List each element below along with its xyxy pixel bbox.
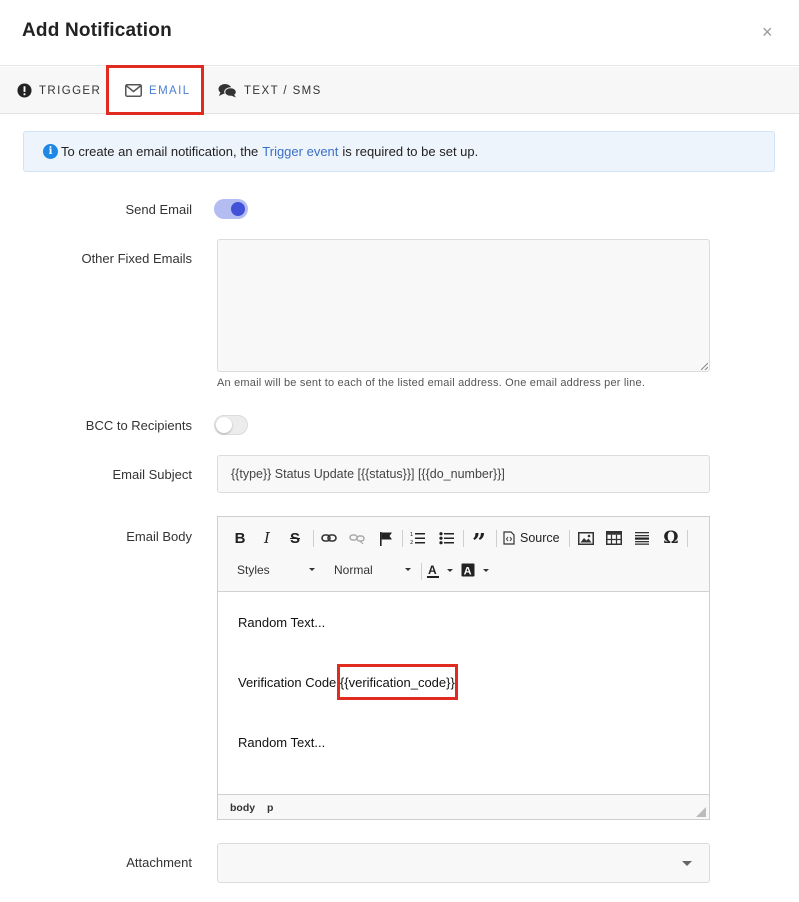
svg-text:2: 2 xyxy=(410,540,413,545)
chevron-down-icon xyxy=(682,861,692,866)
format-dropdown[interactable]: Normal xyxy=(334,559,411,581)
email-body-label: Email Body xyxy=(126,529,192,544)
toggle-knob xyxy=(216,417,232,433)
verification-code-placeholder: {{verification_code}} xyxy=(339,675,455,690)
rich-text-editor: B I S 12 ” Source Ω Styles Normal A A Ra… xyxy=(217,516,710,820)
info-icon: i xyxy=(43,144,58,159)
tab-email[interactable]: EMAIL xyxy=(108,67,202,114)
bold-icon[interactable]: B xyxy=(231,527,249,549)
info-alert: i To create an email notification, the T… xyxy=(23,131,775,172)
toolbar-separator xyxy=(421,563,422,580)
unlink-icon[interactable] xyxy=(347,527,367,549)
exclamation-circle-icon xyxy=(17,83,32,98)
format-label: Normal xyxy=(334,563,373,577)
italic-icon[interactable]: I xyxy=(258,527,276,549)
chevron-down-icon xyxy=(405,568,411,571)
editor-content[interactable]: Random Text... Verification Code {{verif… xyxy=(218,593,709,793)
envelope-icon xyxy=(125,84,142,97)
close-button[interactable]: × xyxy=(762,22,773,43)
resize-grip-icon[interactable] xyxy=(696,807,706,817)
bulleted-list-icon[interactable] xyxy=(437,527,457,549)
svg-text:A: A xyxy=(464,565,472,577)
horizontal-line-icon[interactable] xyxy=(632,527,652,549)
modal-header: Add Notification × xyxy=(0,0,799,66)
toggle-knob xyxy=(231,202,245,216)
tab-bar: TRIGGER EMAIL TEXT / SMS xyxy=(0,67,799,114)
editor-toolbar: B I S 12 ” Source Ω Styles Normal A A xyxy=(218,517,709,592)
table-icon[interactable] xyxy=(604,527,624,549)
source-button[interactable]: Source xyxy=(503,527,563,549)
modal-title: Add Notification xyxy=(22,20,172,41)
toolbar-separator xyxy=(687,530,688,547)
alert-text-before: To create an email notification, the xyxy=(61,144,259,159)
text-color-button[interactable]: A xyxy=(427,559,455,581)
attachment-label: Attachment xyxy=(126,855,192,870)
send-email-label: Send Email xyxy=(125,202,192,217)
chevron-down-icon xyxy=(309,568,315,571)
path-p[interactable]: p xyxy=(267,802,273,814)
link-icon[interactable] xyxy=(319,527,339,549)
tab-text-sms-label: TEXT / SMS xyxy=(244,84,322,97)
image-icon[interactable] xyxy=(576,527,596,549)
tab-trigger[interactable]: TRIGGER xyxy=(17,67,101,114)
email-subject-label: Email Subject xyxy=(112,467,192,482)
toolbar-separator xyxy=(496,530,497,547)
body-line-3: Random Text... xyxy=(238,735,326,750)
body-line-2: Verification Code {{verification_code}} xyxy=(238,675,455,690)
special-character-icon[interactable]: Ω xyxy=(661,527,681,549)
background-color-icon: A xyxy=(461,563,475,577)
styles-label: Styles xyxy=(237,563,270,577)
attachment-select[interactable] xyxy=(217,843,710,883)
tab-email-label: EMAIL xyxy=(149,84,191,97)
flag-icon[interactable] xyxy=(376,527,396,549)
chevron-down-icon xyxy=(483,569,489,572)
svg-text:A: A xyxy=(428,563,437,577)
text-color-icon: A xyxy=(427,563,439,578)
body-line-1: Random Text... xyxy=(238,615,326,630)
source-icon xyxy=(503,531,515,545)
blockquote-icon[interactable]: ” xyxy=(469,527,489,557)
email-subject-field[interactable]: {{type}} Status Update [{{status}}] [{{d… xyxy=(217,455,710,493)
comments-icon xyxy=(218,84,237,98)
other-fixed-emails-field[interactable] xyxy=(217,239,710,372)
editor-path-bar: body p xyxy=(218,794,709,819)
background-color-button[interactable]: A xyxy=(461,559,491,581)
send-email-toggle[interactable] xyxy=(214,199,248,219)
trigger-event-link[interactable]: Trigger event xyxy=(262,144,338,159)
chevron-down-icon xyxy=(447,569,453,572)
svg-text:1: 1 xyxy=(410,532,413,538)
verification-code-label: Verification Code xyxy=(238,675,337,690)
tab-text-sms[interactable]: TEXT / SMS xyxy=(218,67,322,114)
alert-text-after: is required to be set up. xyxy=(342,144,479,159)
toolbar-separator xyxy=(569,530,570,547)
numbered-list-icon[interactable]: 12 xyxy=(408,527,428,549)
strikethrough-icon[interactable]: S xyxy=(286,527,304,549)
other-fixed-emails-label: Other Fixed Emails xyxy=(81,251,192,266)
tab-trigger-label: TRIGGER xyxy=(39,84,102,97)
source-label: Source xyxy=(520,531,560,545)
toolbar-separator xyxy=(402,530,403,547)
styles-dropdown[interactable]: Styles xyxy=(237,559,315,581)
other-emails-help-text: An email will be sent to each of the lis… xyxy=(217,377,646,389)
bcc-toggle[interactable] xyxy=(214,415,248,435)
bcc-label: BCC to Recipients xyxy=(85,418,192,433)
path-body[interactable]: body xyxy=(230,802,255,814)
toolbar-separator xyxy=(313,530,314,547)
toolbar-separator xyxy=(463,530,464,547)
